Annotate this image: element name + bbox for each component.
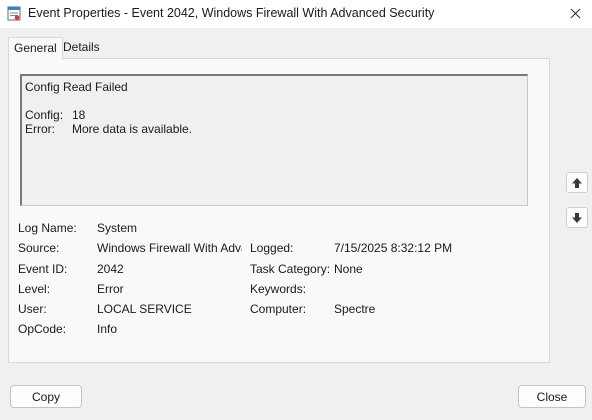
previous-event-button[interactable] bbox=[566, 172, 588, 193]
computer-label: Computer: bbox=[250, 302, 307, 316]
tab-general[interactable]: General bbox=[8, 37, 63, 60]
description-config-line: Config: 18 bbox=[25, 108, 524, 122]
opcode-value[interactable]: Info bbox=[97, 322, 117, 336]
logged-value[interactable]: 7/15/2025 8:32:12 PM bbox=[334, 241, 452, 255]
source-label: Source: bbox=[18, 241, 60, 255]
event-id-value[interactable]: 2042 bbox=[97, 262, 124, 276]
window-title: Event Properties - Event 2042, Windows F… bbox=[28, 6, 435, 20]
event-description[interactable]: Config Read Failed Config: 18 Error: More … bbox=[20, 74, 528, 206]
opcode-label: OpCode: bbox=[18, 322, 67, 336]
config-value: 18 bbox=[72, 108, 86, 122]
computer-value[interactable]: Spectre bbox=[334, 302, 375, 316]
description-summary: Config Read Failed bbox=[25, 80, 128, 94]
close-icon bbox=[570, 8, 580, 18]
error-value: More data is available. bbox=[72, 122, 193, 136]
event-viewer-icon bbox=[7, 6, 21, 21]
log-name-value[interactable]: System bbox=[97, 221, 137, 235]
user-value[interactable]: LOCAL SERVICE bbox=[97, 302, 192, 316]
arrow-up-icon bbox=[572, 177, 582, 188]
error-label: Error: bbox=[25, 122, 55, 136]
task-category-value[interactable]: None bbox=[334, 262, 363, 276]
logged-label: Logged: bbox=[250, 241, 294, 255]
general-panel: Config Read Failed Config: 18 Error: More … bbox=[8, 58, 550, 363]
config-label: Config: bbox=[25, 108, 64, 122]
level-label: Level: bbox=[18, 282, 51, 296]
title-bar: Event Properties - Event 2042, Windows F… bbox=[0, 0, 592, 28]
copy-button[interactable]: Copy bbox=[10, 385, 82, 408]
next-event-button[interactable] bbox=[566, 207, 588, 228]
event-id-label: Event ID: bbox=[18, 262, 68, 276]
level-value[interactable]: Error bbox=[97, 282, 124, 296]
task-category-label: Task Category: bbox=[250, 262, 331, 276]
close-window-button[interactable] bbox=[564, 3, 586, 23]
close-button[interactable]: Close bbox=[518, 385, 586, 408]
arrow-down-icon bbox=[572, 212, 582, 223]
source-value[interactable]: Windows Firewall With Adva bbox=[97, 241, 242, 255]
keywords-label: Keywords: bbox=[250, 282, 307, 296]
user-label: User: bbox=[18, 302, 47, 316]
log-name-label: Log Name: bbox=[18, 221, 77, 235]
description-error-line: Error: More data is available. bbox=[25, 122, 524, 136]
tab-details[interactable]: Details bbox=[58, 37, 105, 59]
